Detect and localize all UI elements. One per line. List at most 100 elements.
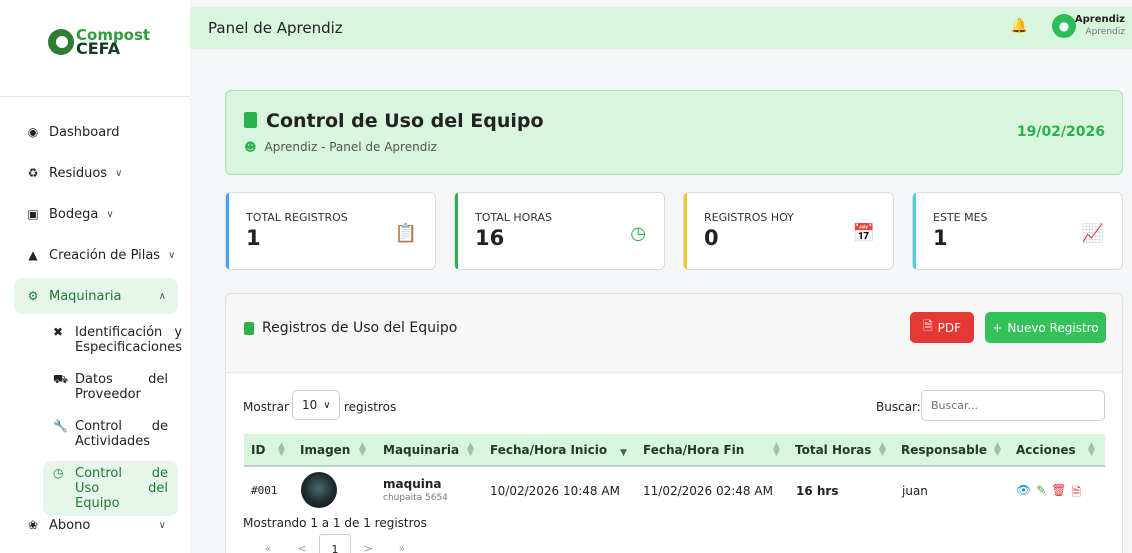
table-info: Mostrando 1 a 1 de 1 registros xyxy=(243,516,427,530)
logo-icon xyxy=(48,29,74,55)
page-size-select[interactable]: 10 ∨ xyxy=(292,390,340,420)
user-name: Aprendiz xyxy=(1074,14,1125,25)
page-size-value: 10 xyxy=(302,398,318,412)
column-header-maquinaria[interactable]: Maquinaria xyxy=(383,443,459,457)
sidebar-item-label: Creación de Pilas xyxy=(49,247,161,263)
stat-value: 0 xyxy=(704,226,719,250)
sidebar-item-label: Abono xyxy=(49,517,91,533)
bell-icon[interactable]: 🔔 xyxy=(1011,18,1028,34)
clipboard-check-icon xyxy=(244,321,254,335)
cell-fecha-fin: 11/02/2026 02:48 AM xyxy=(643,484,773,498)
page-title: Control de Uso del Equipo xyxy=(266,110,544,132)
column-header-imagen[interactable]: Imagen xyxy=(300,443,350,457)
sidebar-item-bodega[interactable]: ▣ Bodega ∨ xyxy=(14,196,178,232)
sidebar-subitem-proveedor[interactable]: ⛟ Datos del Proveedor xyxy=(43,367,178,407)
stat-label: Este Mes xyxy=(933,211,988,224)
pager-next[interactable]: > xyxy=(351,534,385,553)
sort-desc-icon: ▼ xyxy=(620,448,627,458)
clock-icon: ◷ xyxy=(630,223,646,244)
search-input[interactable] xyxy=(921,390,1105,421)
row-actions: 👁 ✎ 🗑 🗎 xyxy=(1016,483,1081,504)
sidebar-item-residuos[interactable]: ♻ Residuos ∨ xyxy=(14,155,178,191)
stat-label: Registros Hoy xyxy=(704,211,794,224)
column-header-total-horas[interactable]: Total Horas xyxy=(795,443,871,457)
cogs-icon: ⚙ xyxy=(27,289,39,303)
cell-responsable: juan xyxy=(902,484,928,498)
stat-label: Total Horas xyxy=(475,211,553,224)
pager-prev[interactable]: < xyxy=(285,534,319,553)
edit-icon[interactable]: ✎ xyxy=(1036,483,1046,504)
user-role: Aprendiz xyxy=(1085,27,1125,37)
eye-icon[interactable]: 👁 xyxy=(1016,483,1031,504)
stat-accent-bar xyxy=(913,193,916,269)
pager-last[interactable]: » xyxy=(385,534,419,553)
sidebar-subitem-label: Datos del Proveedor xyxy=(75,372,168,402)
sort-icon: ▲ ▼ xyxy=(278,441,285,458)
warehouse-icon: ▣ xyxy=(27,207,39,221)
truck-icon: ⛟ xyxy=(53,372,69,386)
machine-name: maquina xyxy=(383,477,442,491)
sidebar: Compost CEFA ◉ Dashboard ♻ Residuos ∨ ▣ … xyxy=(0,0,190,553)
sidebar-item-creacion-pilas[interactable]: ▲ Creación de Pilas ∨ xyxy=(14,237,178,273)
stat-accent-bar xyxy=(455,193,458,269)
user-avatar[interactable]: ● xyxy=(1052,14,1076,38)
search-label: Buscar: xyxy=(876,400,921,414)
stat-accent-bar xyxy=(684,193,687,269)
export-pdf-button[interactable]: 🗎 PDF xyxy=(910,312,974,343)
machine-subtitle: chupaita 5654 xyxy=(383,493,448,503)
user-cog-icon: ☻ xyxy=(244,140,257,154)
sidebar-subitem-label: Identificación y Especificaciones xyxy=(75,325,183,355)
trash-icon[interactable]: 🗑 xyxy=(1051,483,1066,504)
export-pdf-label: PDF xyxy=(937,320,962,335)
chevron-down-icon: ∨ xyxy=(168,249,176,261)
column-header-id[interactable]: ID xyxy=(251,443,265,457)
column-header-fecha-inicio[interactable]: Fecha/Hora Inicio xyxy=(490,443,607,457)
stat-card-registros-hoy: Registros Hoy 0 📅 xyxy=(683,192,894,270)
clipboard-icon: 📋 xyxy=(394,223,417,244)
table-header: ID ▲ ▼ Imagen ▲ ▼ Maquinaria ▲ ▼ Fecha/Hora… xyxy=(244,434,1105,467)
recycle-icon: ♻ xyxy=(27,166,39,180)
clock-icon: ◷ xyxy=(53,466,64,480)
chevron-down-icon: ∨ xyxy=(106,208,114,220)
page-subtitle-text: Aprendiz - Panel de Aprendiz xyxy=(264,140,437,154)
cell-total-horas: 16 hrs xyxy=(796,484,839,498)
records-panel-header: Registros de Uso del Equipo 🗎 PDF + Nuev… xyxy=(226,294,1122,373)
user-menu[interactable]: Aprendiz Aprendiz xyxy=(1075,14,1125,38)
sidebar-item-dashboard[interactable]: ◉ Dashboard xyxy=(14,114,178,150)
chevron-down-icon: ∨ xyxy=(158,519,166,531)
chevron-down-icon: ∨ xyxy=(115,167,123,179)
column-header-acciones[interactable]: Acciones xyxy=(1016,443,1076,457)
header-title: Panel de Aprendiz xyxy=(208,19,343,37)
records-title: Registros de Uso del Equipo xyxy=(244,320,457,336)
sidebar-item-abono[interactable]: ❀ Abono ∨ xyxy=(14,507,178,543)
file-pdf-icon: 🗎 xyxy=(922,319,933,333)
file-pdf-icon[interactable]: 🗎 xyxy=(1072,483,1082,504)
column-header-responsable[interactable]: Responsable xyxy=(901,443,987,457)
sidebar-item-label: Residuos xyxy=(49,165,108,181)
sort-icon: ▲ ▼ xyxy=(879,441,886,458)
plus-icon: + xyxy=(992,320,1003,335)
page-hero: Control de Uso del Equipo ☻ Aprendiz - P… xyxy=(225,90,1123,175)
app-logo[interactable]: Compost CEFA xyxy=(48,28,150,57)
pager-page-1[interactable]: 1 xyxy=(319,534,351,553)
stat-card-total-registros: Total Registros 1 📋 xyxy=(225,192,436,270)
sidebar-item-maquinaria[interactable]: ⚙ Maquinaria ∧ xyxy=(14,278,178,314)
pager-first[interactable]: « xyxy=(251,534,285,553)
sort-icon: ▲ ▼ xyxy=(994,441,1001,458)
calendar-icon: 📅 xyxy=(852,223,875,244)
sidebar-subitem-label: Control de Uso del Equipo xyxy=(75,466,168,511)
stat-card-total-horas: Total Horas 16 ◷ xyxy=(454,192,665,270)
stat-accent-bar xyxy=(226,193,229,269)
new-record-button[interactable]: + Nuevo Registro xyxy=(985,312,1106,343)
sidebar-item-label: Bodega xyxy=(49,206,99,222)
column-header-fecha-fin[interactable]: Fecha/Hora Fin xyxy=(643,443,744,457)
cell-maquinaria: maquina chupaita 5654 xyxy=(383,477,448,505)
sidebar-subitem-control-actividades[interactable]: 🔧 Control de Actividades xyxy=(43,414,178,454)
sort-icon: ▲ ▼ xyxy=(773,441,780,458)
sidebar-item-label: Maquinaria xyxy=(49,288,122,304)
sort-icon: ▲ ▼ xyxy=(467,441,474,458)
wrench-icon: 🔧 xyxy=(53,419,68,433)
sidebar-subitem-label: Control de Actividades xyxy=(75,419,168,449)
sidebar-subitem-identificacion[interactable]: ✖ Identificación y Especificaciones xyxy=(43,320,182,360)
stat-value: 1 xyxy=(246,226,261,250)
